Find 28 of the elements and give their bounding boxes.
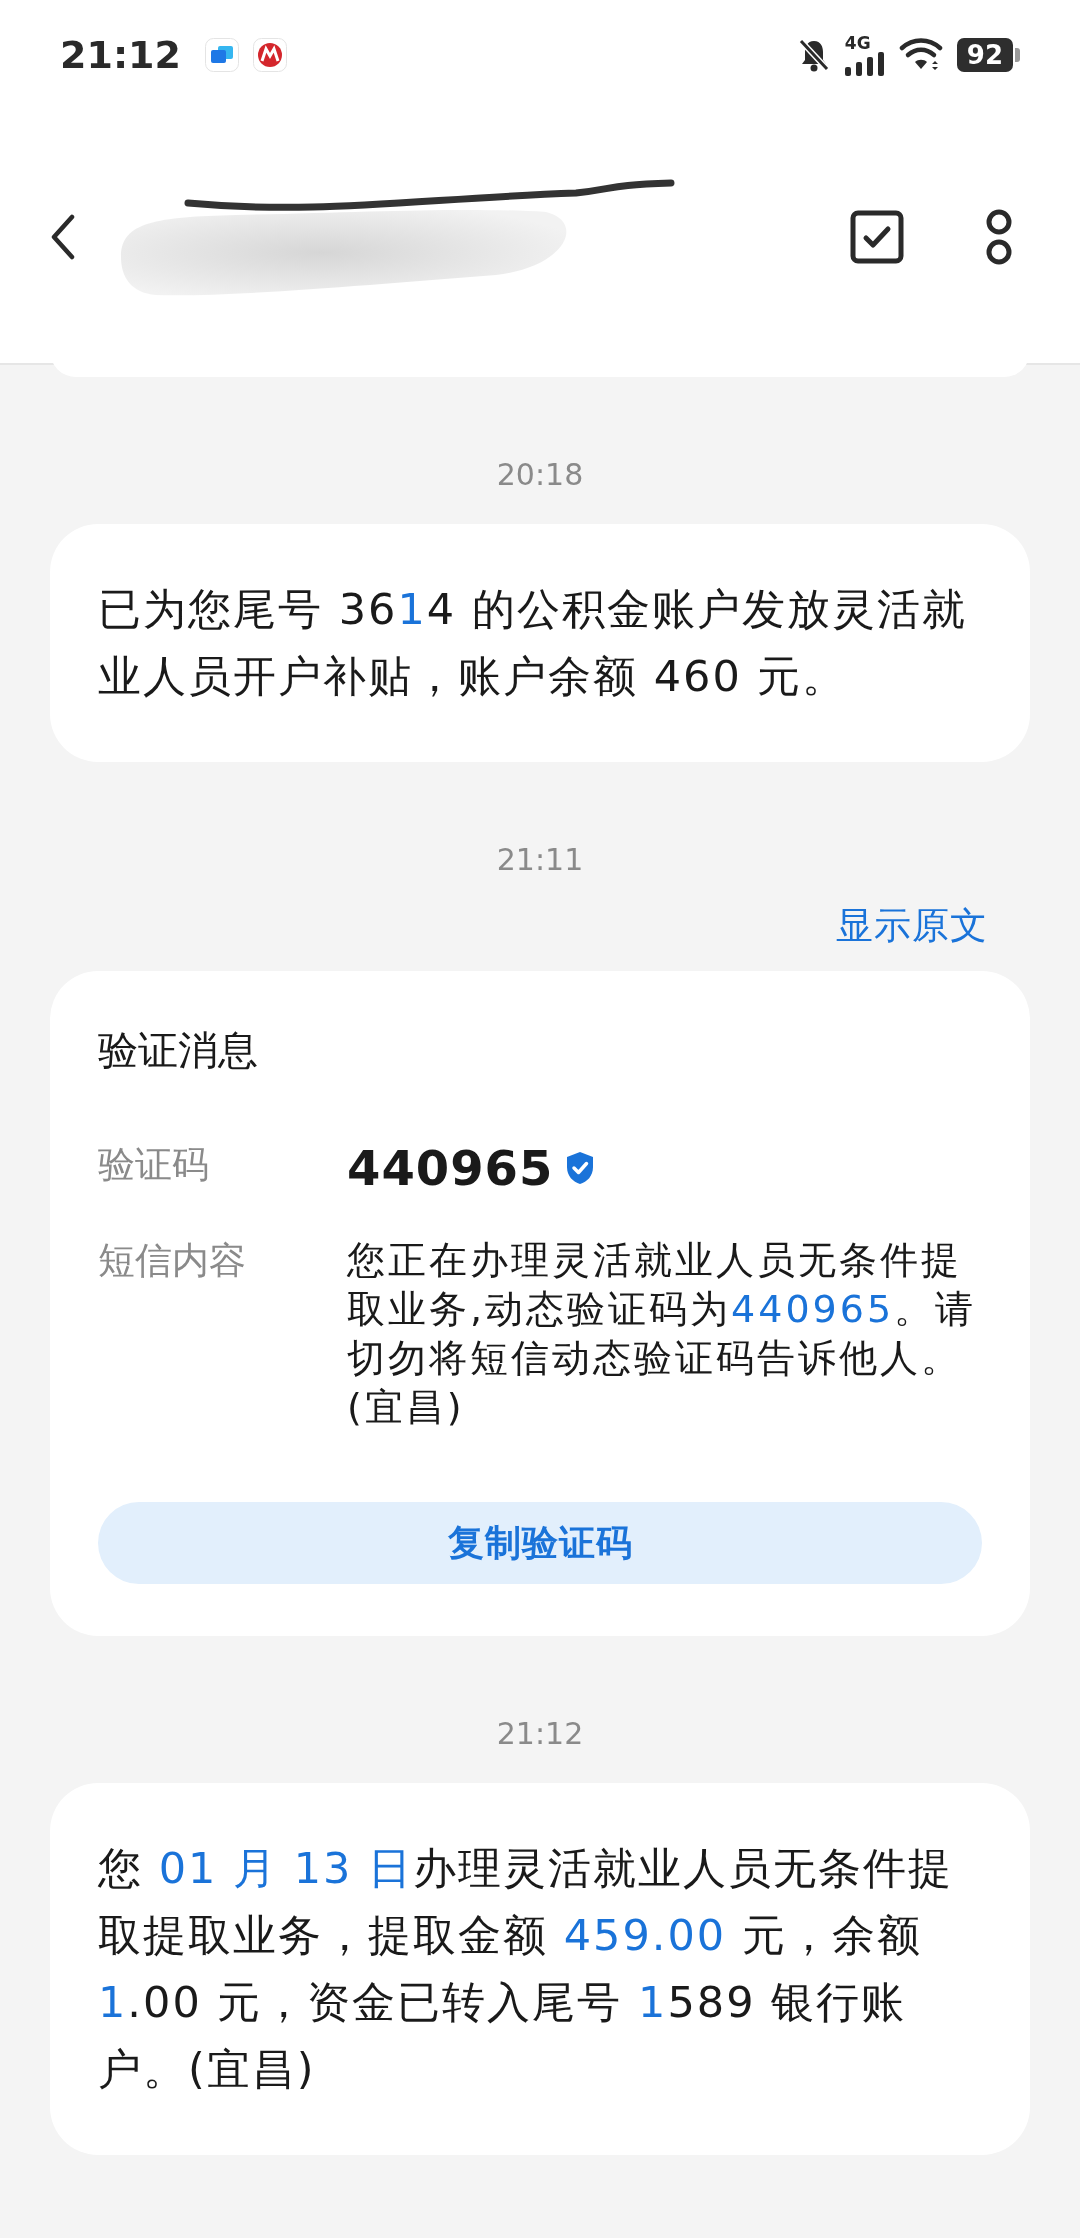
message-text: 您正在办理灵活就业人员无条件提取业务,动态验证码为 440965。请切勿将短信动态验证码告诉他人。(宜昌) <box>347 1237 978 1431</box>
signal-icon <box>844 51 885 76</box>
message-link[interactable]: 1 <box>638 1977 668 2027</box>
message-link[interactable]: 459.00 <box>563 1910 727 1960</box>
message-link[interactable]: 1 <box>98 1977 128 2027</box>
shield-check-icon <box>565 1151 596 1185</box>
message-time: 21:11 <box>495 842 585 877</box>
message-text: 您 01 月 13 日 办理灵活就业人员无条件提取提取业务，提取金额 459.00 元，余额 1.00 元，资金已转入尾号 1589 银行账户。(宜昌) <box>98 1842 955 2096</box>
copy-code-button[interactable]: 复制验证码 <box>98 1502 982 1584</box>
back-icon[interactable] <box>50 213 76 260</box>
message-text: 已为您尾号 36 14 的公积金账户发放灵活就业人员开户补贴，账户余额 460 元。 <box>98 583 968 703</box>
message-link[interactable]: 1 <box>397 584 427 634</box>
message-time: 20:18 <box>495 457 585 492</box>
field-label: 短信内容 <box>98 1238 247 1284</box>
message-time: 21:12 <box>495 1716 585 1751</box>
card-title: 验证消息 <box>98 1026 259 1075</box>
chat-app-icon <box>204 38 239 72</box>
battery-level: 92 <box>956 38 1020 72</box>
message-link[interactable]: 01 月 13 日 <box>158 1843 414 1893</box>
show-original-link[interactable]: 显示原文 <box>836 901 988 951</box>
field-label: 验证码 <box>98 1142 210 1188</box>
network-type: 4G <box>844 34 871 52</box>
status-time: 21:12 <box>60 33 181 77</box>
message-link[interactable]: 440965 <box>731 1287 895 1331</box>
verification-code: 440965 <box>347 1140 554 1196</box>
checkbox-icon[interactable] <box>850 209 904 264</box>
wifi-icon <box>898 37 943 73</box>
bank-app-icon <box>252 38 287 72</box>
